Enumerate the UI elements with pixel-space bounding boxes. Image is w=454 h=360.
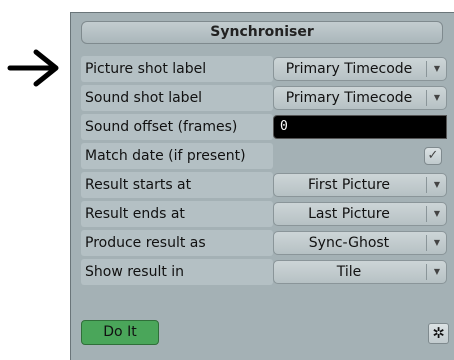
result-ends-at-select[interactable]: Last Picture ▼ [273, 202, 447, 226]
options-button[interactable]: ✲ [428, 323, 449, 344]
sound-shot-label-label: Sound shot label [81, 85, 273, 111]
panel-title: Synchroniser [81, 21, 443, 44]
sound-shot-label-value: Primary Timecode [285, 90, 413, 106]
chevron-down-icon: ▼ [433, 267, 441, 276]
row-picture-shot-label: Picture shot label Primary Timecode ▼ [81, 56, 447, 82]
row-match-date: Match date (if present) ✓ [81, 143, 445, 169]
produce-result-as-value: Sync-Ghost [308, 235, 390, 251]
picture-shot-label-select[interactable]: Primary Timecode ▼ [273, 57, 447, 81]
match-date-checkbox[interactable]: ✓ [424, 147, 442, 165]
chevron-down-icon: ▼ [433, 64, 441, 73]
produce-result-as-label: Produce result as [81, 230, 273, 256]
show-result-in-select[interactable]: Tile ▼ [273, 260, 447, 284]
sound-shot-label-select[interactable]: Primary Timecode ▼ [273, 86, 447, 110]
check-icon: ✓ [427, 148, 439, 163]
result-ends-at-value: Last Picture [308, 206, 390, 222]
row-produce-result-as: Produce result as Sync-Ghost ▼ [81, 230, 447, 256]
picture-shot-label-value: Primary Timecode [285, 61, 413, 77]
row-result-starts-at: Result starts at First Picture ▼ [81, 172, 447, 198]
asterisk-icon: ✲ [432, 324, 445, 342]
arrow-right-icon [7, 49, 59, 87]
show-result-in-value: Tile [336, 264, 362, 280]
row-show-result-in: Show result in Tile ▼ [81, 259, 447, 285]
result-starts-at-select[interactable]: First Picture ▼ [273, 173, 447, 197]
row-sound-shot-label: Sound shot label Primary Timecode ▼ [81, 85, 447, 111]
select-divider [426, 235, 427, 251]
result-starts-at-value: First Picture [307, 177, 391, 193]
picture-shot-label-label: Picture shot label [81, 56, 273, 82]
sound-offset-label: Sound offset (frames) [81, 114, 273, 140]
chevron-down-icon: ▼ [433, 238, 441, 247]
chevron-down-icon: ▼ [433, 180, 441, 189]
chevron-down-icon: ▼ [433, 93, 441, 102]
produce-result-as-select[interactable]: Sync-Ghost ▼ [273, 231, 447, 255]
synchroniser-panel: Synchroniser Picture shot label Primary … [70, 12, 454, 360]
sound-offset-input[interactable]: 0 [273, 115, 447, 139]
result-ends-at-label: Result ends at [81, 201, 273, 227]
row-result-ends-at: Result ends at Last Picture ▼ [81, 201, 447, 227]
settings-rows: Picture shot label Primary Timecode ▼ So… [81, 56, 447, 288]
row-sound-offset: Sound offset (frames) 0 [81, 114, 447, 140]
select-divider [426, 177, 427, 193]
show-result-in-label: Show result in [81, 259, 273, 285]
select-divider [426, 206, 427, 222]
select-divider [426, 90, 427, 106]
chevron-down-icon: ▼ [433, 209, 441, 218]
do-it-button[interactable]: Do It [81, 320, 159, 345]
select-divider [426, 264, 427, 280]
select-divider [426, 61, 427, 77]
match-date-label: Match date (if present) [81, 143, 273, 169]
result-starts-at-label: Result starts at [81, 172, 273, 198]
